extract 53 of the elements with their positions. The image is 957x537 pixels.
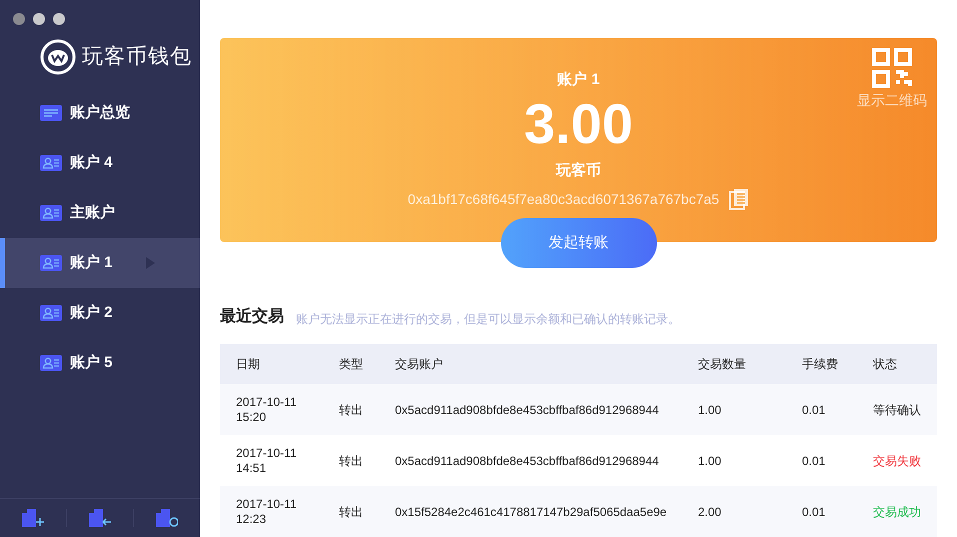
date-cell-text: 2017-10-11 — [236, 394, 298, 410]
table-cell-text: 转出 — [339, 402, 364, 418]
column-header: 状态 — [873, 356, 898, 373]
section-note: 账户无法显示正在进行的交易，但是可以显示余额和已确认的转账记录。 — [296, 311, 680, 328]
folder-plus-icon[interactable] — [22, 509, 44, 527]
address-cell-text: 0x15f5284e2c461c4178817147b29af5065daa5e9e — [395, 504, 668, 520]
balance: 3.00 — [524, 96, 633, 152]
sidebar-item[interactable]: 主账户 — [0, 188, 200, 238]
sidebar-item[interactable]: 账户 1 — [0, 238, 200, 288]
contact-card-icon — [40, 355, 62, 371]
sidebar-item[interactable]: 账户 5 — [0, 338, 200, 388]
list-icon — [40, 105, 62, 121]
status-cell-text: 等待确认 — [873, 402, 922, 418]
app-name: 玩客币钱包 — [82, 44, 192, 70]
table-cell-text: 1.00 — [698, 452, 722, 470]
date-cell-text: 2017-10-11 — [236, 446, 298, 460]
column-header: 交易数量 — [698, 356, 747, 373]
folder-circle-icon[interactable] — [156, 509, 178, 527]
status-cell-text: 交易失败 — [873, 452, 922, 470]
column-header: 类型 — [339, 356, 364, 373]
time-cell-text: 15:20 — [236, 410, 268, 424]
currency-name: 玩客币 — [556, 160, 601, 180]
address-cell-text: 0x5acd911ad908bfde8e453cbffbaf86d912968944 — [395, 452, 660, 470]
wallet-address: 0xa1bf17c68f645f7ea80c3acd6071367a767bc7a5 — [408, 190, 720, 208]
window-close-button[interactable] — [13, 13, 25, 25]
address-cell-text: 0x5acd911ad908bfde8e453cbffbaf86d912968944 — [395, 402, 660, 418]
contact-card-icon — [40, 205, 62, 221]
table-cell-text: 2.00 — [698, 504, 722, 520]
status-cell-text: 交易成功 — [873, 504, 922, 520]
table-cell-text: 0.01 — [802, 504, 826, 520]
column-header: 交易账户 — [395, 356, 444, 373]
table-cell-text: 0.01 — [802, 452, 826, 470]
time-cell-text: 12:23 — [236, 512, 268, 526]
sidebar-item[interactable]: 账户 2 — [0, 288, 200, 338]
account-name: 账户 1 — [557, 70, 600, 90]
column-header: 日期 — [236, 356, 261, 373]
contact-card-icon — [40, 155, 62, 171]
table-cell-text: 转出 — [339, 452, 364, 470]
column-header: 手续费 — [802, 356, 839, 373]
logo-icon — [40, 39, 76, 75]
sidebar-item[interactable]: 账户总览 — [0, 88, 200, 138]
table-cell-text: 0.01 — [802, 402, 826, 418]
date-cell-text: 2017-10-11 — [236, 496, 298, 512]
time-cell-text: 14:51 — [236, 460, 268, 476]
table-cell-text: 转出 — [339, 504, 364, 520]
contact-card-icon — [40, 255, 62, 271]
sidebar-item[interactable]: 账户 4 — [0, 138, 200, 188]
window-zoom-button[interactable] — [53, 13, 65, 25]
window-minimize-button[interactable] — [33, 13, 45, 25]
table-cell-text: 1.00 — [698, 402, 722, 418]
section-title: 最近交易 — [220, 306, 284, 327]
folder-arrow-icon[interactable] — [89, 509, 111, 527]
contact-card-icon — [40, 305, 62, 321]
